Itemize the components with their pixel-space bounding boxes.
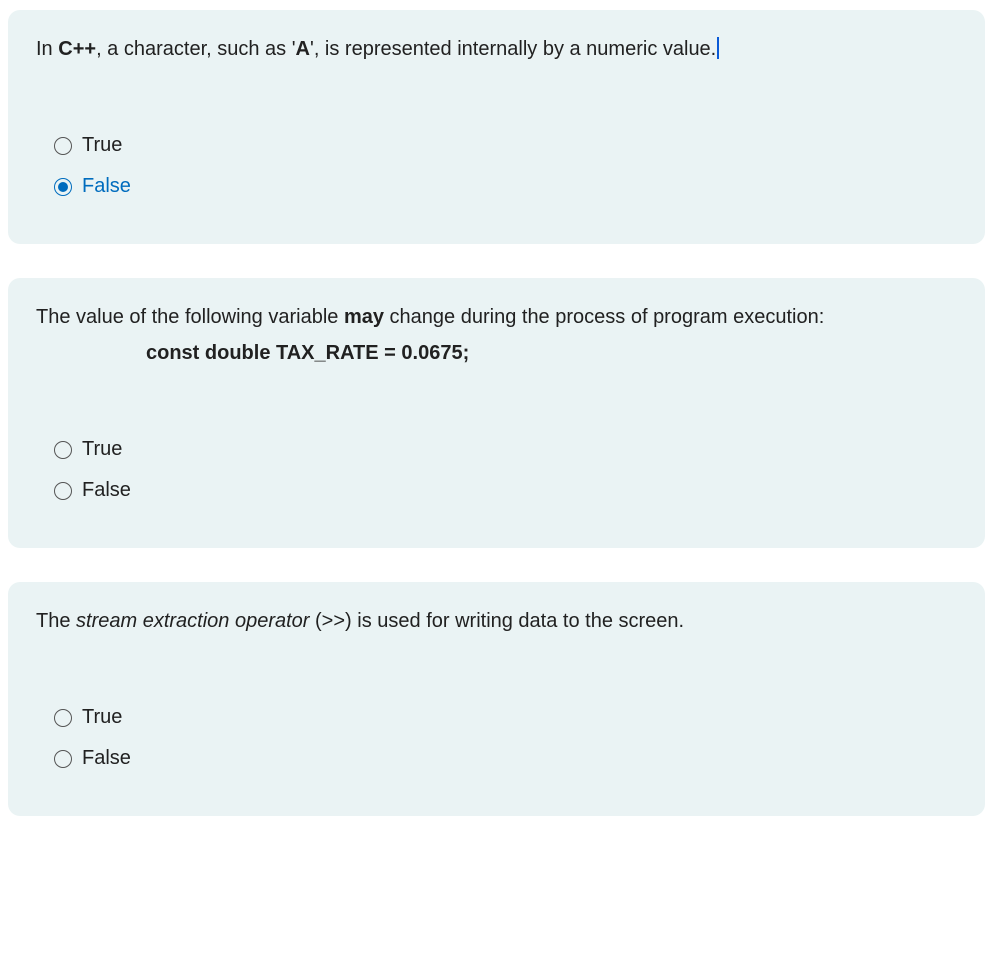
code-line: const double TAX_RATE = 0.0675; [146, 338, 957, 368]
prompt-text: may [344, 306, 384, 328]
prompt-text: A [296, 38, 310, 60]
option-label: True [82, 706, 122, 729]
options-group: True False [36, 438, 957, 502]
option-label: False [82, 175, 131, 198]
options-group: True False [36, 134, 957, 198]
question-card: The stream extraction operator (>>) is u… [8, 582, 985, 816]
radio-icon[interactable] [54, 441, 72, 459]
radio-icon[interactable] [54, 482, 72, 500]
option-false[interactable]: False [54, 175, 957, 198]
question-prompt: In C++, a character, such as 'A', is rep… [36, 34, 957, 64]
option-false[interactable]: False [54, 479, 957, 502]
prompt-text: In [36, 38, 58, 60]
radio-icon[interactable] [54, 709, 72, 727]
option-label: False [82, 747, 131, 770]
text-cursor [717, 37, 719, 59]
option-label: True [82, 438, 122, 461]
prompt-text: The [36, 610, 76, 632]
option-label: False [82, 479, 131, 502]
radio-icon[interactable] [54, 137, 72, 155]
radio-icon[interactable] [54, 750, 72, 768]
options-group: True False [36, 706, 957, 770]
option-true[interactable]: True [54, 706, 957, 729]
option-label: True [82, 134, 122, 157]
prompt-text: change during the process of program exe… [384, 306, 824, 328]
prompt-text: stream extraction operator [76, 610, 309, 632]
option-false[interactable]: False [54, 747, 957, 770]
question-prompt: The value of the following variable may … [36, 302, 957, 368]
prompt-text: The value of the following variable [36, 306, 344, 328]
radio-icon[interactable] [54, 178, 72, 196]
prompt-text: , a character, such as ' [96, 38, 295, 60]
prompt-text: (>>) is used for writing data to the scr… [309, 610, 684, 632]
question-card: The value of the following variable may … [8, 278, 985, 548]
prompt-text: C++ [58, 38, 96, 60]
prompt-text: ', is represented internally by a numeri… [310, 38, 716, 60]
question-card: In C++, a character, such as 'A', is rep… [8, 10, 985, 244]
option-true[interactable]: True [54, 134, 957, 157]
option-true[interactable]: True [54, 438, 957, 461]
question-prompt: The stream extraction operator (>>) is u… [36, 606, 957, 636]
